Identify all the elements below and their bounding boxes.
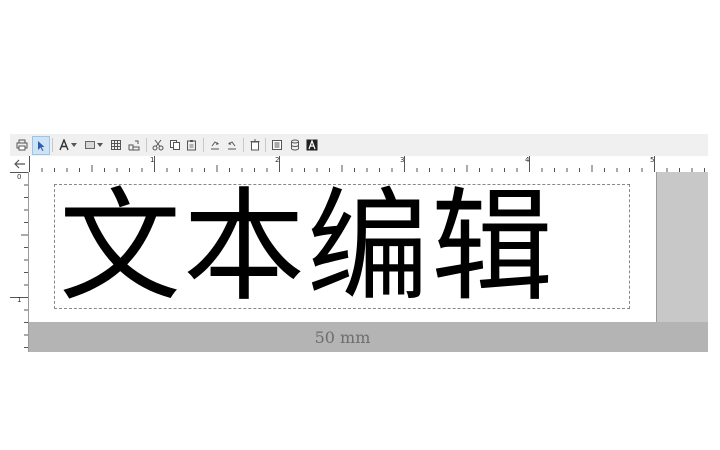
text-object[interactable]: 文本编辑 [54,179,630,315]
horizontal-ruler: 1 2 3 4 5 [10,156,708,173]
toolbar-separator [243,138,244,152]
font-icon[interactable] [304,137,320,153]
ruler-number: 2 [275,156,280,164]
ruler-number: 0 [17,173,22,181]
toolbar-separator [203,138,204,152]
ruler-number: 1 [150,156,155,164]
arrow-left-icon[interactable] [12,156,28,172]
undo-icon[interactable] [207,137,223,153]
ruler-number: 5 [650,156,655,164]
ruler-ticks [29,156,705,172]
ruler-number: 4 [525,156,530,164]
toolbar-separator [265,138,266,152]
properties-icon[interactable] [269,137,285,153]
cut-icon[interactable] [150,137,166,153]
chevron-down-icon[interactable] [96,137,104,153]
design-canvas[interactable]: 文本编辑 50 mm [29,172,708,352]
redo-icon[interactable] [224,137,240,153]
delete-icon[interactable] [247,137,263,153]
label-text: 文本编辑 [59,176,555,318]
toolbar-separator [146,138,147,152]
database-icon[interactable] [287,137,303,153]
pointer-icon[interactable] [32,136,50,155]
print-icon[interactable] [14,137,30,153]
toolbar-separator [52,138,53,152]
ruler-number: 3 [400,156,405,164]
ruler-ticks [10,172,28,348]
copy-icon[interactable] [167,137,183,153]
table-tool-icon[interactable] [108,137,124,153]
chevron-down-icon[interactable] [70,137,78,153]
vertical-ruler: 0 1 [10,172,29,352]
toolbar [10,134,708,157]
label-editor: 1 2 3 4 5 0 1 文本编辑 50 mm [10,134,708,352]
image-tool-icon[interactable] [126,137,142,153]
ruler-number: 1 [17,296,22,304]
label-width-indicator: 50 mm [314,328,371,347]
size-strip: 50 mm [29,322,708,352]
label-page[interactable]: 文本编辑 [29,172,657,323]
paste-icon[interactable] [184,137,200,153]
